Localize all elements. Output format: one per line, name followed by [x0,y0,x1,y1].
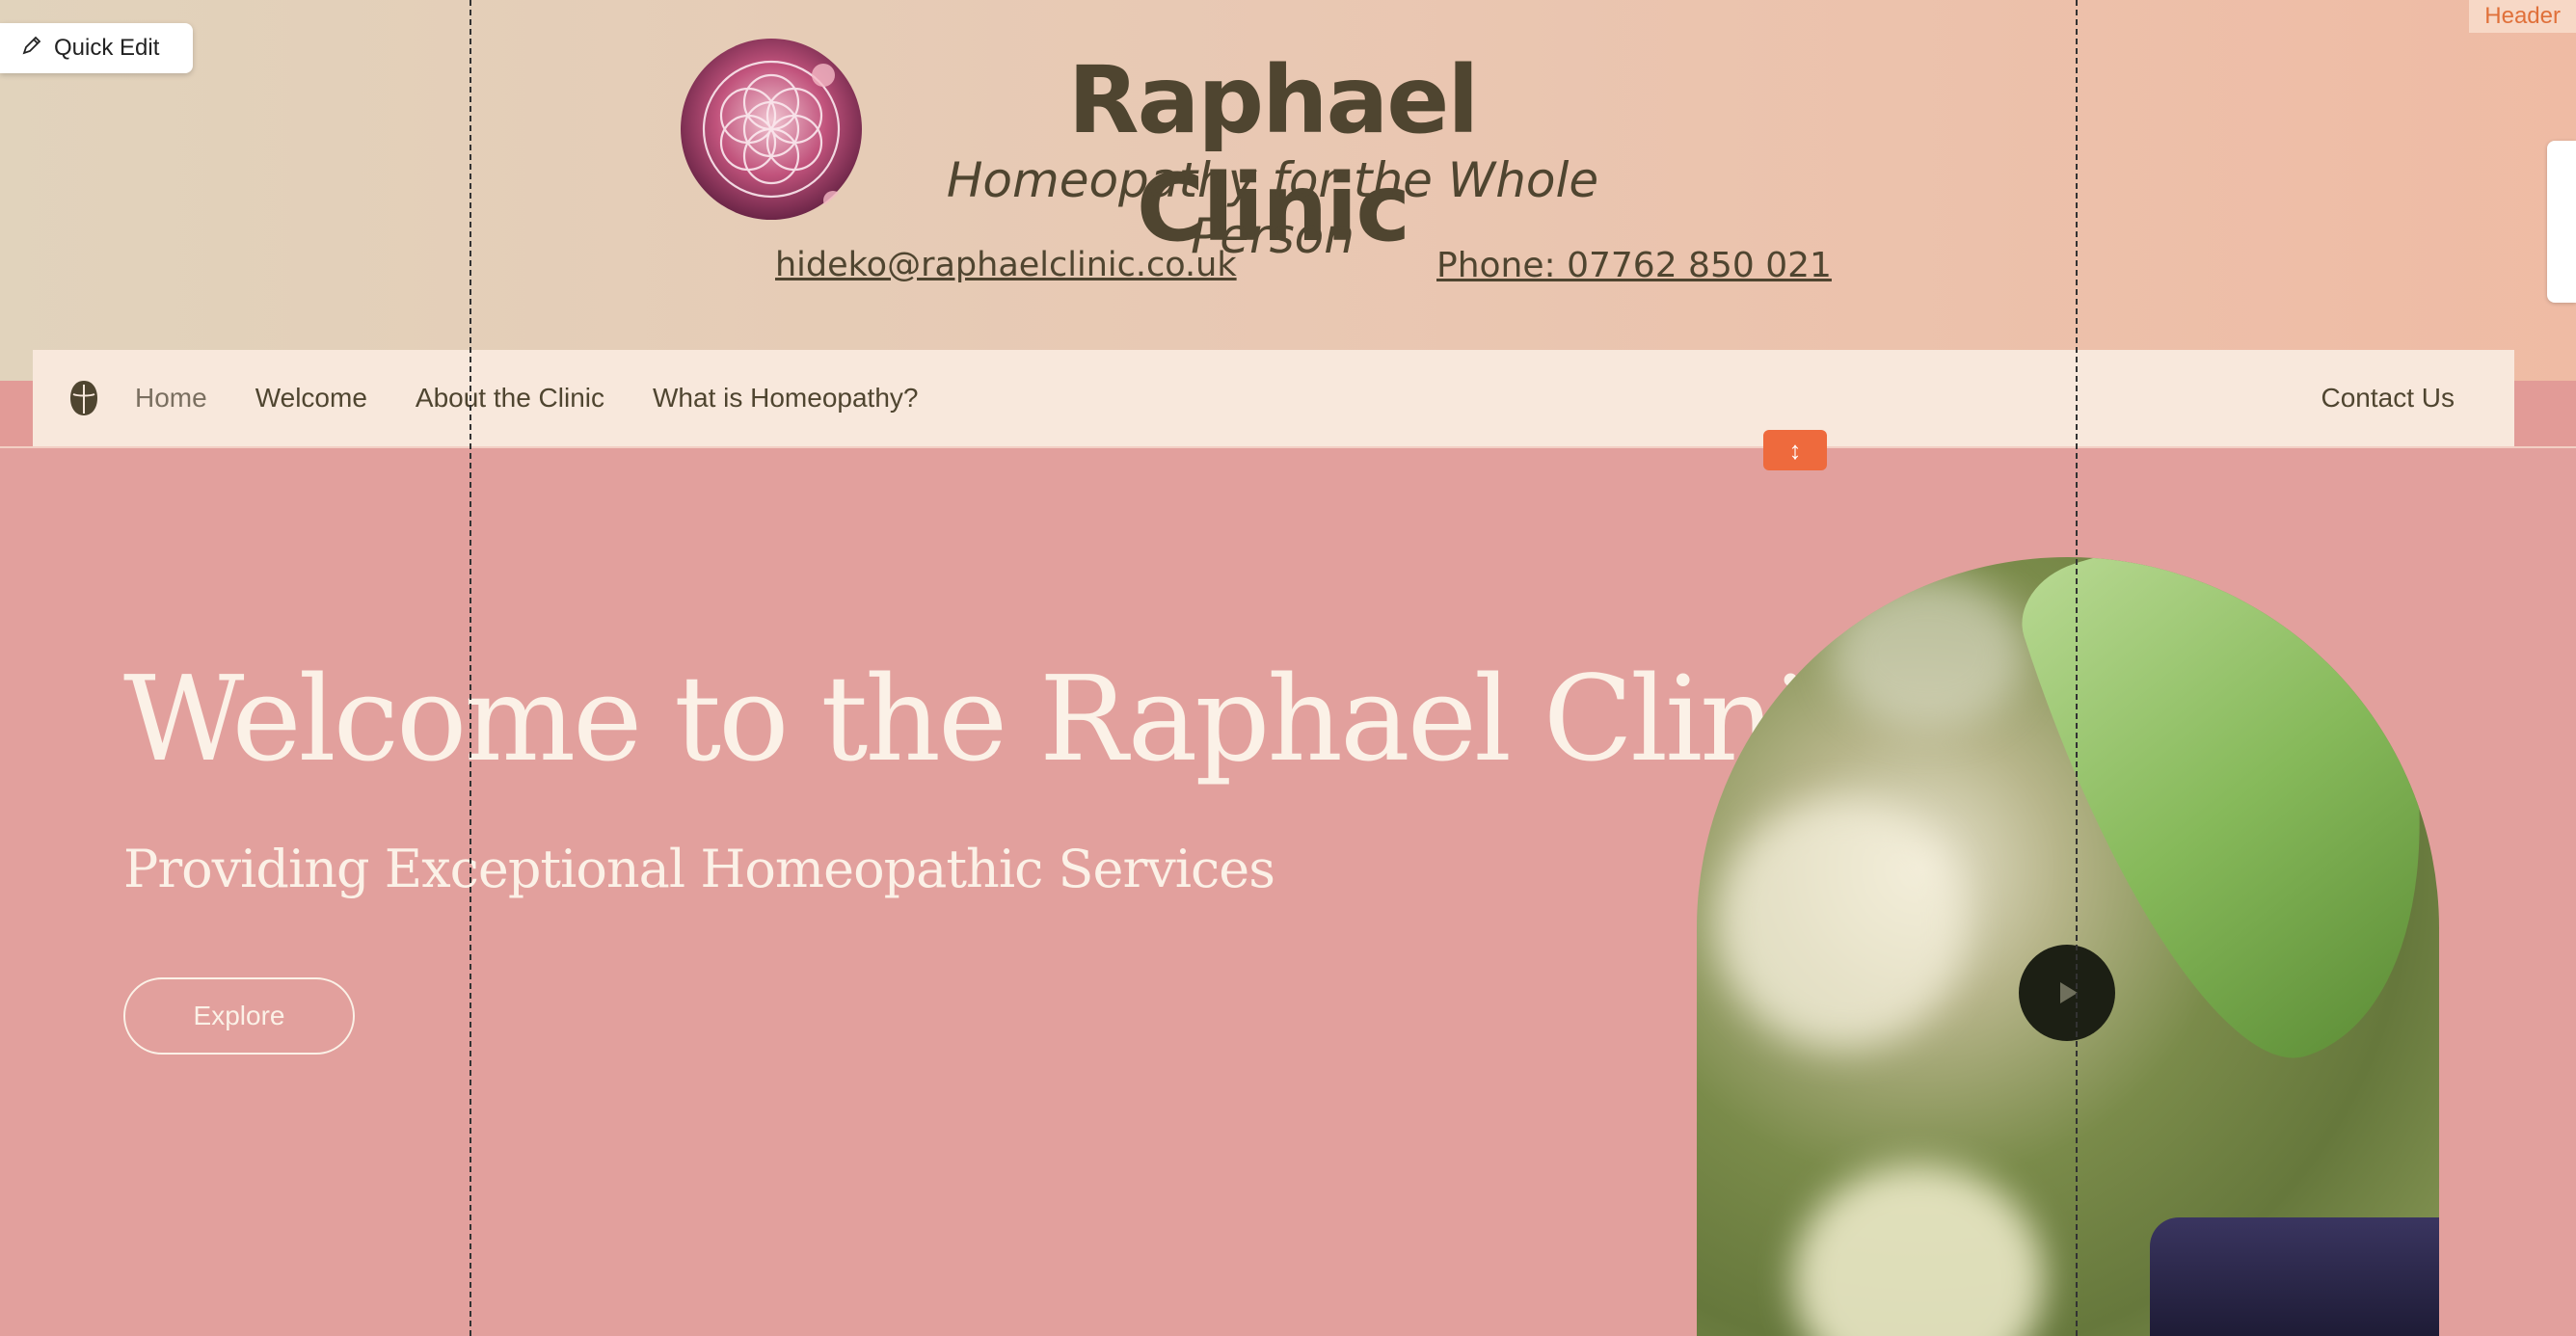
nav-logo-icon[interactable] [67,379,100,417]
resize-vertical-icon: ↕ [1788,435,1802,465]
header-section-tag[interactable]: Header [2469,0,2576,33]
jar-image [2150,1217,2439,1336]
nav-item-homeopathy[interactable]: What is Homeopathy? [653,383,918,414]
quick-edit-label: Quick Edit [54,35,160,61]
main-nav: Home Welcome About the Clinic What is Ho… [33,350,2514,446]
header-divider [0,446,2576,448]
play-button[interactable] [2019,945,2115,1041]
nav-item-about[interactable]: About the Clinic [416,383,604,414]
layout-guide-right[interactable] [2076,0,2078,1336]
layout-guide-left[interactable] [470,0,471,1336]
explore-button[interactable]: Explore [123,977,355,1055]
nav-item-contact[interactable]: Contact Us [2321,383,2455,414]
email-link[interactable]: hideko@raphaelclinic.co.uk [775,246,1237,284]
quick-edit-button[interactable]: Quick Edit [0,23,193,73]
bokeh-light [1716,798,1967,1049]
bokeh-light [1793,1164,2044,1336]
hero-title: Welcome to the Raphael Clinic [123,651,1873,788]
hero-subtitle: Providing Exceptional Homeopathic Servic… [123,839,1275,899]
editor-side-toolbar[interactable] [2547,141,2576,303]
nav-item-welcome[interactable]: Welcome [255,383,367,414]
pencil-icon [21,35,42,63]
nav-item-home[interactable]: Home [135,383,207,414]
bokeh-light [1832,576,2025,731]
section-resize-handle[interactable]: ↕ [1763,430,1827,470]
phone-link[interactable]: Phone: 07762 850 021 [1436,246,1832,285]
clinic-logo [681,39,862,220]
